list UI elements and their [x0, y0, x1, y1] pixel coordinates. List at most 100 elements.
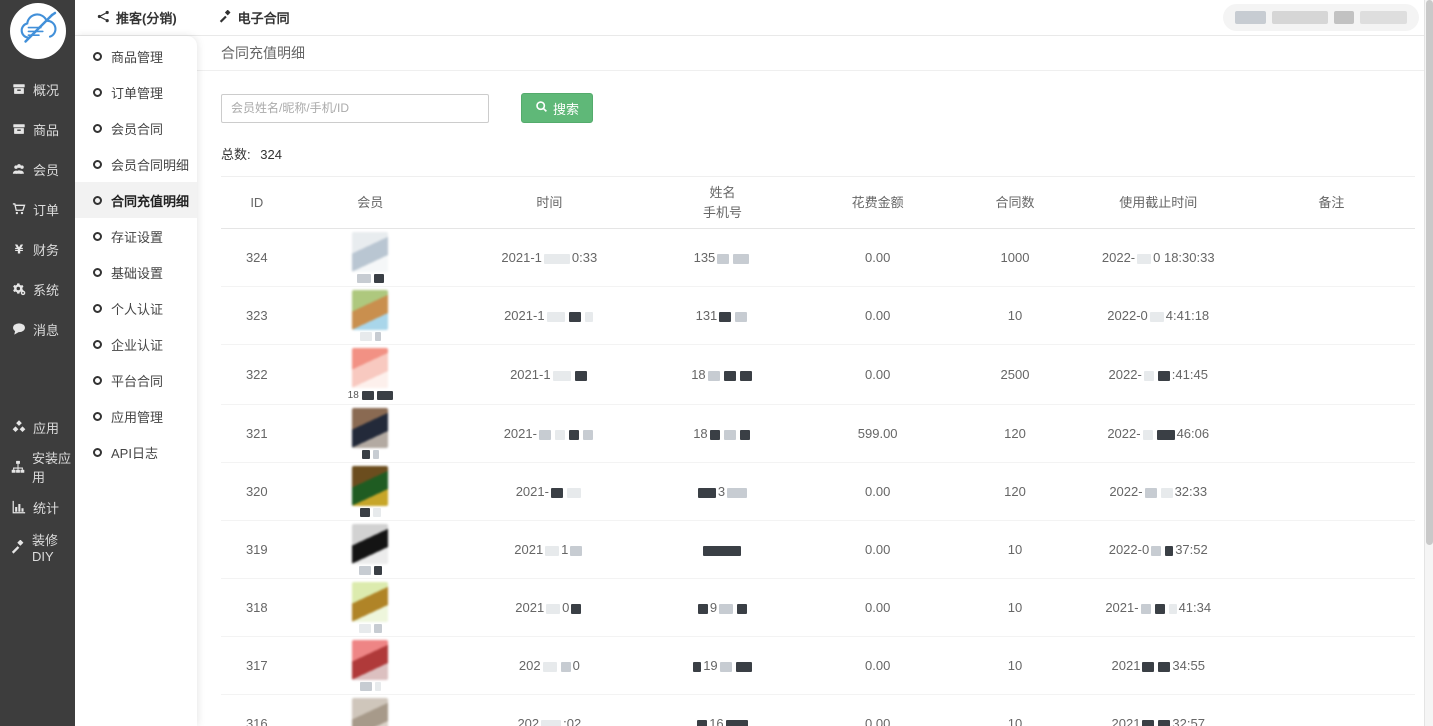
- redacted-block: [703, 546, 741, 556]
- member-avatar[interactable]: [352, 466, 388, 506]
- member-avatar[interactable]: [352, 290, 388, 330]
- member-avatar[interactable]: [352, 698, 388, 726]
- cell-expire-time: 202134:55: [1069, 658, 1248, 673]
- cell-id: 320: [221, 484, 293, 499]
- user-info-redacted[interactable]: [1223, 4, 1419, 31]
- sidebar-item-label: 统计: [33, 498, 59, 517]
- circle-o-icon: [93, 340, 102, 349]
- member-nickname-redacted: [360, 332, 381, 341]
- cell-text: 0:33: [572, 250, 597, 265]
- overview-icon: [11, 82, 26, 97]
- cell-member: [293, 579, 448, 636]
- member-nickname-redacted: [360, 682, 381, 691]
- submenu-item-basic-settings[interactable]: 基础设置: [75, 254, 197, 290]
- sidebar-nav: 概况商品会员订单¥财务系统消息应用安装应用统计装修DIY: [0, 69, 75, 567]
- cell-expire-time: 2022-04:41:18: [1069, 308, 1248, 323]
- member-avatar[interactable]: [352, 582, 388, 622]
- stats-icon: [11, 500, 26, 515]
- table-row: 3172020190.0010202134:55: [221, 637, 1415, 695]
- redacted-block: [727, 488, 747, 498]
- member-avatar[interactable]: [352, 408, 388, 448]
- submenu-item-enterprise-auth[interactable]: 企业认证: [75, 326, 197, 362]
- sidebar-item-apps[interactable]: 应用: [0, 407, 75, 447]
- submenu-item-contract-recharge-detail[interactable]: 合同充值明细: [75, 182, 197, 218]
- member-nickname-redacted: [359, 624, 382, 633]
- cell-time: 20210: [448, 600, 651, 615]
- redacted-block: [720, 662, 732, 672]
- column-header: 会员: [293, 193, 448, 213]
- sidebar-item-install-apps[interactable]: 安装应用: [0, 447, 75, 487]
- submenu-item-label: 平台合同: [111, 371, 163, 390]
- member-nickname-redacted: [360, 508, 381, 517]
- submenu-item-api-log[interactable]: API日志: [75, 434, 197, 470]
- cell-text: 41:34: [1179, 600, 1212, 615]
- topnav: 推客(分销) 电子合同: [75, 0, 1433, 36]
- cell-text: 2022-: [1109, 484, 1142, 499]
- cell-text: 2021-: [1105, 600, 1138, 615]
- tab-promoter[interactable]: 推客(分销): [97, 8, 177, 27]
- submenu-item-goods-manage[interactable]: 商品管理: [75, 38, 197, 74]
- cell-id: 316: [221, 716, 293, 726]
- column-header: 花费金额: [794, 193, 961, 213]
- app-logo[interactable]: [10, 3, 66, 59]
- tab-e-contract[interactable]: 电子合同: [219, 8, 290, 27]
- table-row: 3202021-30.001202022-32:33: [221, 463, 1415, 521]
- cell-text: 0: [562, 600, 569, 615]
- sidebar-item-orders[interactable]: 订单: [0, 189, 75, 229]
- redacted-block: [571, 604, 581, 614]
- cell-text: 2021-1: [501, 250, 541, 265]
- sidebar-item-finance[interactable]: ¥财务: [0, 229, 75, 269]
- main-content: 合同充值明细 搜索 总数: 324 ID会员时间姓名手机号花费金额合同数使用截止…: [197, 0, 1433, 726]
- cloud-pen-logo-icon: [15, 6, 61, 57]
- redacted-block: [740, 430, 750, 440]
- total-label: 总数:: [221, 147, 251, 162]
- cell-spend-amount: 0.00: [794, 484, 961, 499]
- circle-o-icon: [93, 268, 102, 277]
- cell-text: 4:41:18: [1166, 308, 1209, 323]
- redacted-block: [551, 488, 563, 498]
- submenu-item-order-manage[interactable]: 订单管理: [75, 74, 197, 110]
- cell-expire-time: 2022-037:52: [1069, 542, 1248, 557]
- member-avatar[interactable]: [352, 232, 388, 272]
- cell-spend-amount: 0.00: [794, 250, 961, 265]
- redacted-block: [553, 371, 571, 381]
- sidebar-item-goods[interactable]: 商品: [0, 109, 75, 149]
- redacted-block: [375, 682, 381, 691]
- cell-spend-amount: 599.00: [794, 426, 961, 441]
- redacted-block: [1158, 662, 1170, 672]
- redacted-block: [569, 430, 579, 440]
- search-button[interactable]: 搜索: [521, 93, 593, 123]
- table-row: 3212021-18599.001202022-46:06: [221, 405, 1415, 463]
- cell-text: 1: [561, 542, 568, 557]
- cell-text: 18: [693, 426, 707, 441]
- table-row: 3242021-10:331350.0010002022-0 18:30:33: [221, 229, 1415, 287]
- vertical-scrollbar[interactable]: [1424, 0, 1433, 726]
- sidebar-item-stats[interactable]: 统计: [0, 487, 75, 527]
- circle-o-icon: [93, 448, 102, 457]
- submenu-item-app-manage[interactable]: 应用管理: [75, 398, 197, 434]
- search-button-label: 搜索: [553, 99, 579, 118]
- scrollbar-thumb[interactable]: [1426, 0, 1433, 545]
- submenu-item-platform-contract[interactable]: 平台合同: [75, 362, 197, 398]
- sidebar-item-overview[interactable]: 概况: [0, 69, 75, 109]
- submenu-item-personal-auth[interactable]: 个人认证: [75, 290, 197, 326]
- redacted-block: [544, 254, 570, 264]
- sidebar-item-messages[interactable]: 消息: [0, 309, 75, 349]
- submenu-item-label: 个人认证: [111, 299, 163, 318]
- search-input[interactable]: [221, 94, 489, 123]
- redacted-block: [737, 604, 747, 614]
- redacted-block: [1142, 720, 1154, 726]
- cell-name-phone: 19: [651, 658, 794, 673]
- sidebar-item-system[interactable]: 系统: [0, 269, 75, 309]
- cell-time: 2021-1: [448, 367, 651, 382]
- sidebar-item-members[interactable]: 会员: [0, 149, 75, 189]
- submenu-item-evidence-settings[interactable]: 存证设置: [75, 218, 197, 254]
- member-avatar[interactable]: [352, 524, 388, 564]
- member-avatar[interactable]: [352, 348, 388, 388]
- sidebar-item-decorate-diy[interactable]: 装修DIY: [0, 527, 75, 567]
- submenu-item-member-contract-detail[interactable]: 会员合同明细: [75, 146, 197, 182]
- submenu-item-member-contract[interactable]: 会员合同: [75, 110, 197, 146]
- member-avatar[interactable]: [352, 640, 388, 680]
- page-title: 合同充值明细: [197, 36, 1433, 71]
- cell-text: 18: [691, 367, 705, 382]
